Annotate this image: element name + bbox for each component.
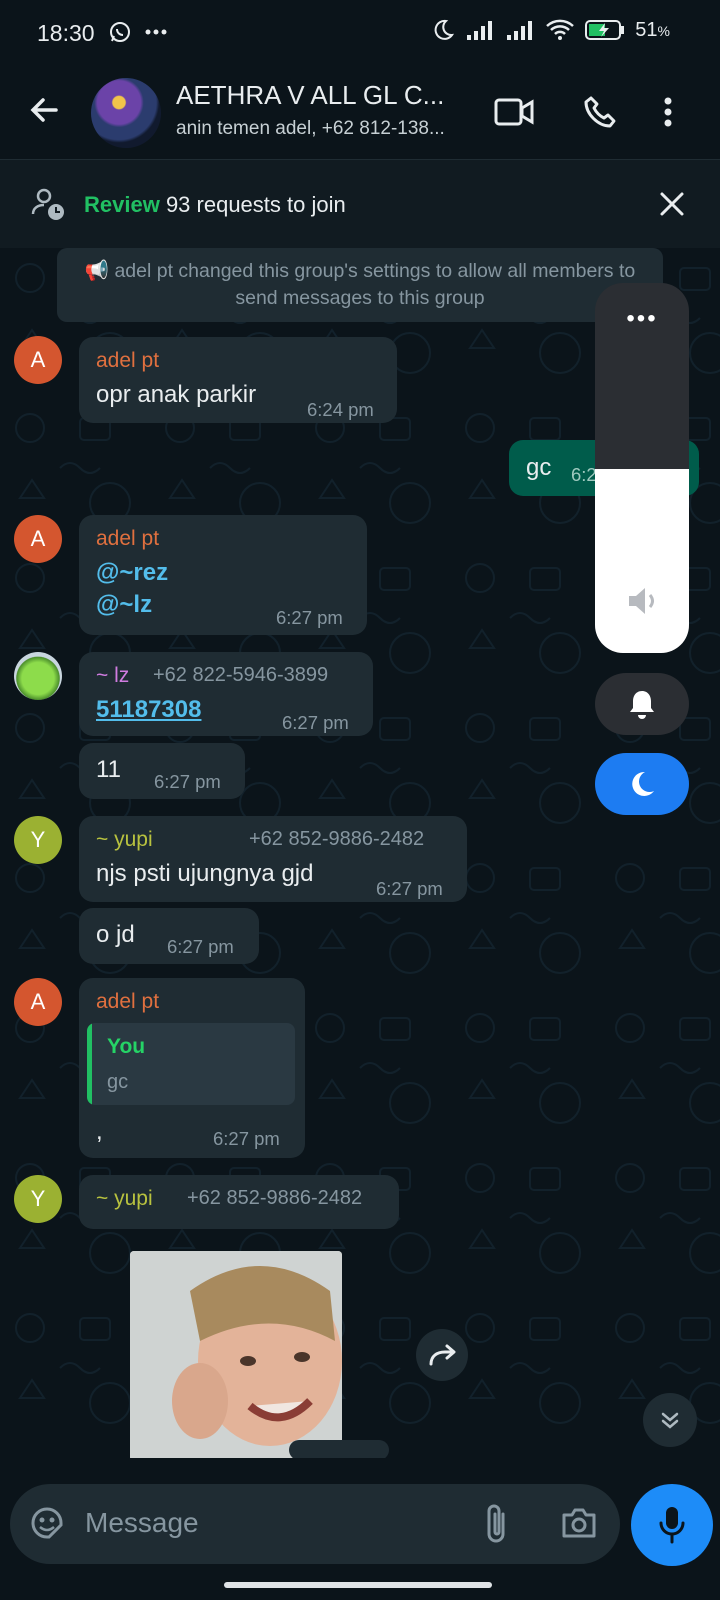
video-call-button[interactable]	[492, 90, 536, 134]
quoted-text: gc	[107, 1071, 129, 1093]
moon-icon	[434, 19, 455, 40]
group-members[interactable]: anin temen adel, +62 812-138...	[176, 118, 445, 140]
message-input-bar[interactable]: Message	[10, 1484, 620, 1564]
mention[interactable]: @~rez	[96, 559, 168, 587]
message-text: ,	[96, 1118, 103, 1145]
message-bubble[interactable]: adel pt @~rez @~lz 6:27 pm	[79, 515, 367, 635]
camera-icon[interactable]	[560, 1506, 598, 1540]
forward-icon	[429, 1344, 456, 1366]
speaker-icon	[629, 588, 654, 614]
scroll-to-bottom-button[interactable]	[643, 1393, 697, 1447]
image-message[interactable]	[130, 1251, 342, 1458]
sender-name[interactable]: ~ yupi	[96, 1187, 153, 1211]
message-input[interactable]: Message	[85, 1507, 199, 1539]
group-avatar[interactable]	[91, 78, 161, 148]
sender-phone: +62 852-9886-2482	[187, 1187, 363, 1209]
chevrons-down-icon	[661, 1412, 679, 1429]
sender-name[interactable]: adel pt	[96, 990, 159, 1014]
status-time: 18:30	[37, 20, 95, 46]
avatar[interactable]: A	[14, 978, 62, 1026]
group-title[interactable]: AETHRA V ALL GL C...	[176, 80, 444, 111]
volume-more-icon[interactable]: •••	[595, 305, 689, 333]
voice-message-button[interactable]	[631, 1484, 713, 1566]
message-bubble-header[interactable]: ~ yupi +62 852-9886-2482	[79, 1175, 399, 1229]
microphone-icon	[659, 1507, 685, 1544]
more-options-button[interactable]	[646, 90, 690, 134]
moon-icon	[632, 771, 654, 796]
avatar[interactable]: Y	[14, 1175, 62, 1223]
chat-header: AETHRA V ALL GL C... anin temen adel, +6…	[0, 68, 720, 160]
avatar[interactable]: A	[14, 336, 62, 384]
message-time: 6:27 pm	[276, 607, 343, 628]
sender-name[interactable]: ~ lz	[96, 664, 129, 688]
system-message: 📢 adel pt changed this group's settings …	[57, 248, 663, 322]
message-bubble[interactable]: o jd 6:27 pm	[79, 908, 259, 964]
sender-name[interactable]: ~ yupi	[96, 828, 153, 852]
ring-mode-button[interactable]	[595, 673, 689, 735]
arrow-left-icon	[30, 98, 58, 122]
message-text: njs psti ujungnya gjd	[96, 860, 314, 887]
home-indicator[interactable]	[224, 1582, 492, 1588]
more-vert-icon	[664, 97, 672, 127]
message-time: 6:27 pm	[167, 936, 234, 957]
mention[interactable]: @~lz	[96, 591, 152, 619]
signal-icon-2	[507, 21, 533, 40]
sender-name[interactable]: adel pt	[96, 527, 159, 551]
message-bubble[interactable]: ~ lz +62 822-5946-3899 51187308 6:27 pm	[79, 652, 373, 736]
message-bubble[interactable]: adel pt You gc , 6:27 pm	[79, 978, 305, 1158]
message-time: 6:27 pm	[282, 712, 349, 733]
message-bubble[interactable]: 11 6:27 pm	[79, 743, 245, 799]
quoted-sender: You	[107, 1035, 146, 1058]
message-text: o jd	[96, 921, 135, 948]
bell-icon	[630, 691, 654, 719]
forward-button[interactable]	[416, 1329, 468, 1381]
back-button[interactable]	[26, 92, 62, 128]
whatsapp-notification-icon	[110, 22, 130, 42]
message-text: gc	[526, 454, 552, 481]
message-time: 6:27 pm	[213, 1128, 280, 1149]
sender-phone: +62 822-5946-3899	[153, 664, 329, 686]
message-time: 6:24 pm	[307, 399, 374, 420]
message-time: 6:27 pm	[154, 771, 221, 792]
dnd-mode-button[interactable]	[595, 753, 689, 815]
message-bubble[interactable]: adel pt opr anak parkir 6:24 pm	[79, 337, 397, 423]
volume-level-fill	[595, 469, 689, 653]
avatar[interactable]: A	[14, 515, 62, 563]
join-requests-bar[interactable]: Review 93 requests to join	[0, 160, 720, 248]
user-clock-icon	[31, 188, 64, 220]
sender-phone: +62 852-9886-2482	[249, 828, 425, 850]
video-icon	[494, 98, 534, 126]
child-photo	[130, 1251, 342, 1458]
wifi-icon	[546, 19, 575, 40]
signal-icon	[467, 21, 493, 40]
phone-link[interactable]: 51187308	[96, 696, 201, 724]
attachment-icon[interactable]	[480, 1502, 514, 1546]
message-text: 11	[96, 756, 121, 783]
sticker-icon[interactable]	[28, 1504, 66, 1542]
avatar[interactable]: Y	[14, 816, 62, 864]
battery-charging-icon	[585, 20, 625, 40]
join-requests-text: Review 93 requests to join	[84, 192, 346, 217]
quoted-message[interactable]: You gc	[87, 1023, 295, 1105]
message-time: 6:27 pm	[376, 878, 443, 899]
message-text: opr anak parkir	[96, 381, 257, 408]
battery-percent: 51%	[635, 18, 670, 41]
sender-name[interactable]: adel pt	[96, 349, 159, 373]
message-bubble[interactable]: ~ yupi +62 852-9886-2482 njs psti ujungn…	[79, 816, 467, 902]
volume-slider[interactable]: •••	[595, 283, 689, 653]
review-link[interactable]: Review	[84, 192, 160, 217]
phone-icon	[584, 96, 616, 128]
status-bar: 18:30 51%	[0, 0, 720, 68]
more-notifications-icon	[145, 29, 167, 35]
voice-call-button[interactable]	[578, 90, 622, 134]
avatar-image[interactable]	[14, 652, 62, 700]
message-time: 6:2	[571, 464, 597, 485]
close-icon[interactable]	[654, 186, 690, 222]
